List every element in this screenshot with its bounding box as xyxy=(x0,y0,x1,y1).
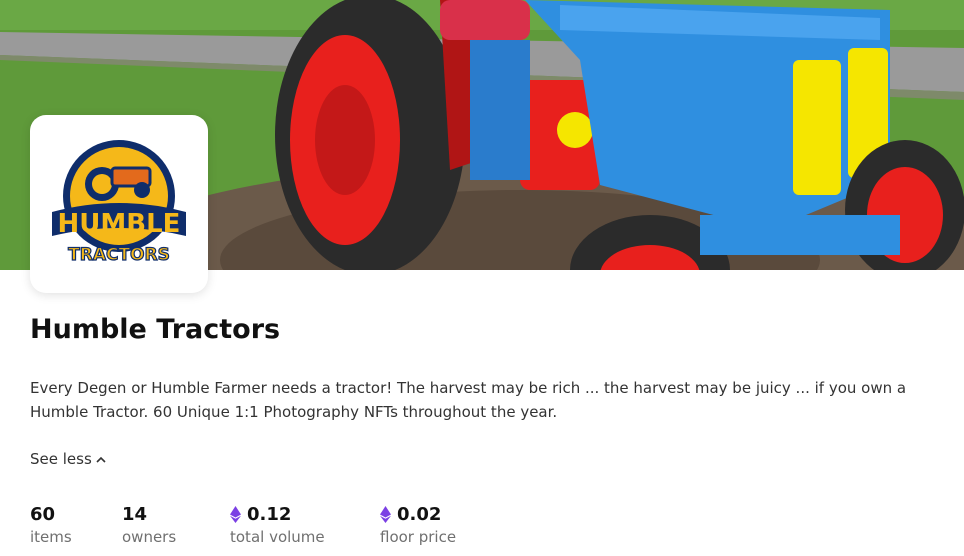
stat-floor-price: 0.02 floor price xyxy=(380,502,500,546)
stat-items: 60 items xyxy=(30,502,122,547)
humble-tractors-logo-icon: HUMBLE TRACTORS xyxy=(52,140,186,266)
see-less-label: See less xyxy=(30,450,92,468)
ethereum-icon xyxy=(230,505,241,523)
stat-label: owners xyxy=(122,528,177,546)
logo-line2: TRACTORS xyxy=(68,245,170,265)
collection-title: Humble Tractors xyxy=(30,314,281,345)
stat-value: 0.12 xyxy=(230,502,380,526)
chevron-up-icon xyxy=(96,456,106,463)
ethereum-icon xyxy=(380,505,391,523)
stat-label: floor price xyxy=(380,528,457,546)
collection-stats: 60 items 14 owners 0.12 total volume 0.0… xyxy=(30,502,500,547)
logo-line1: HUMBLE xyxy=(58,209,181,239)
stat-owners: 14 owners xyxy=(122,502,230,547)
collection-description: Every Degen or Humble Farmer needs a tra… xyxy=(30,379,907,421)
stat-label: total volume xyxy=(230,528,325,546)
stat-value: 0.02 xyxy=(380,502,500,526)
stat-total-volume: 0.12 total volume xyxy=(230,502,380,546)
see-less-button[interactable]: See less xyxy=(30,450,106,468)
stat-value: 60 xyxy=(30,503,56,525)
stat-label: items xyxy=(30,528,72,546)
stat-value: 14 xyxy=(122,503,148,525)
collection-logo: HUMBLE TRACTORS xyxy=(30,115,208,293)
